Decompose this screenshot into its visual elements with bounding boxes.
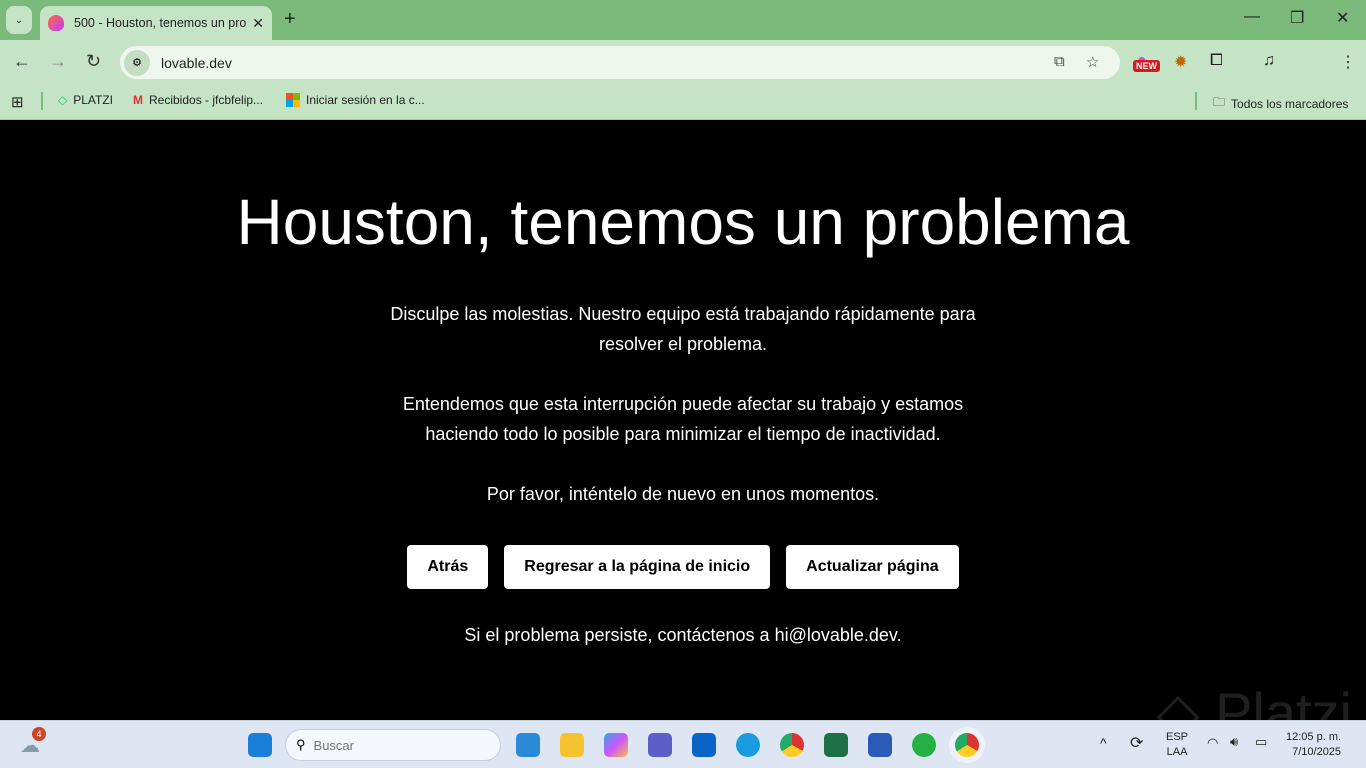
apology-text: Disculpe las molestias. Nuestro equipo e… [390,304,976,354]
error-page: Houston, tenemos un problema Disculpe la… [0,121,1366,720]
chrome-icon[interactable] [780,733,804,757]
apps-grid-icon[interactable]: ⊞ [11,93,24,111]
file-explorer-icon[interactable] [560,733,584,757]
divider [41,92,43,110]
home-button[interactable]: Regresar a la página de inicio [504,545,771,589]
bookmark-gmail[interactable]: M Recibidos - jfcbfelip... [133,93,263,107]
close-window-button[interactable]: ✕ [1336,8,1349,28]
reload-icon[interactable]: ↻ [86,51,101,72]
language-indicator[interactable]: ESP LAA [1166,730,1188,760]
weather-badge: 4 [32,727,46,741]
bookmark-star-icon[interactable]: ☆ [1086,53,1099,71]
extension-sun-icon[interactable]: ✹ [1174,52,1187,72]
chrome-active-icon[interactable] [955,733,979,757]
new-tab-button[interactable]: + [284,8,296,31]
sync-icon[interactable]: ⟳ [1130,733,1143,753]
battery-icon[interactable]: ▭ [1255,734,1267,750]
date: 7/10/2025 [1292,746,1342,758]
site-info-icon[interactable]: ⚙ [124,49,150,76]
retry-text: Por favor, inténtelo de nuevo en unos mo… [486,484,880,504]
tab-search-button[interactable]: ⌄ [6,6,32,34]
bookmarks-bar: ⊞ ◇ PLATZI M Recibidos - jfcbfelip... Inic… [0,84,1366,120]
minimize-button[interactable]: — [1244,8,1260,26]
clock[interactable]: 12:05 p. m. 7/10/2025 [1286,730,1341,760]
action-buttons: Atrás Regresar a la página de inicio Act… [0,545,1366,589]
bookmark-label: PLATZI [73,93,114,107]
search-input[interactable] [313,737,434,753]
reload-page-button[interactable]: Actualizar página [786,545,959,589]
url-text[interactable]: lovable.dev [161,55,232,71]
taskbar: ☁ 4 ⚲ ^ ⟳ ESPLAA ◠ 🔊︎ ▭ 12:05 p. m.7/10/… [0,720,1366,768]
forward-icon[interactable]: → [49,51,67,72]
teams-icon[interactable] [648,733,672,757]
whatsapp-icon[interactable] [912,733,936,757]
all-bookmarks-label: Todos los marcadores [1231,96,1349,111]
address-bar[interactable]: ⚙ lovable.dev ⧉ ☆ [120,46,1120,79]
lovable-favicon-icon [48,15,64,31]
lang-code: ESP [1166,731,1189,743]
toolbar: ← → ↻ ⚙ lovable.dev ⧉ ☆ ● ✹ ⧠ ♫ ⋮ [0,40,1366,112]
excel-icon[interactable] [824,733,848,757]
menu-kebab-icon[interactable]: ⋮ [1340,52,1356,72]
page-title: Houston, tenemos un problema [236,186,1130,258]
wifi-icon[interactable]: ◠ [1207,735,1218,751]
show-hidden-icons-chevron-icon[interactable]: ^ [1100,735,1107,751]
contact-text: Si el problema persiste, contáctenos a h… [464,625,902,645]
bookmark-label: Iniciar sesión en la c... [306,93,425,107]
back-button[interactable]: Atrás [407,545,489,589]
extensions-puzzle-icon[interactable]: ⧠ [1210,52,1223,70]
translate-icon[interactable]: ⧉ [1054,53,1065,70]
platzi-icon: ◇ [58,93,68,107]
media-control-icon[interactable]: ♫ [1263,52,1275,70]
divider [1195,92,1197,110]
tab-strip: ⌄ 500 - Houston, tenemos un problema ✕ +… [0,0,1366,40]
taskbar-search[interactable]: ⚲ [285,729,501,761]
restore-button[interactable]: ❐ [1290,8,1304,28]
tab-title: 500 - Houston, tenemos un problema [74,16,247,30]
impact-text: Entendemos que esta interrupción puede a… [402,394,964,444]
bookmark-microsoft[interactable]: Iniciar sesión en la c... [286,93,425,107]
bookmark-platzi[interactable]: ◇ PLATZI [58,93,113,107]
tab-close-icon[interactable]: ✕ [252,15,264,32]
all-bookmarks-button[interactable]: 🗀 Todos los marcadores [1213,93,1348,114]
time: 12:05 p. m. [1286,731,1342,743]
back-icon[interactable]: ← [13,51,31,72]
outlook-icon[interactable] [692,733,716,757]
microsoft-icon [286,93,300,107]
copilot-icon[interactable] [604,733,628,757]
folder-icon: 🗀 [1213,95,1226,109]
edge-icon[interactable] [736,733,760,757]
vscode-icon[interactable] [516,733,540,757]
search-icon: ⚲ [296,737,306,752]
tab-active[interactable]: 500 - Houston, tenemos un problema ✕ [40,6,272,40]
word-icon[interactable] [868,733,892,757]
new-badge: NEW [1133,60,1160,72]
volume-icon[interactable]: 🔊︎ [1230,734,1238,750]
layout-code: LAA [1166,746,1188,758]
start-windows-icon[interactable] [248,733,272,757]
gmail-icon: M [133,93,143,107]
bookmark-label: Recibidos - jfcbfelip... [149,93,264,107]
